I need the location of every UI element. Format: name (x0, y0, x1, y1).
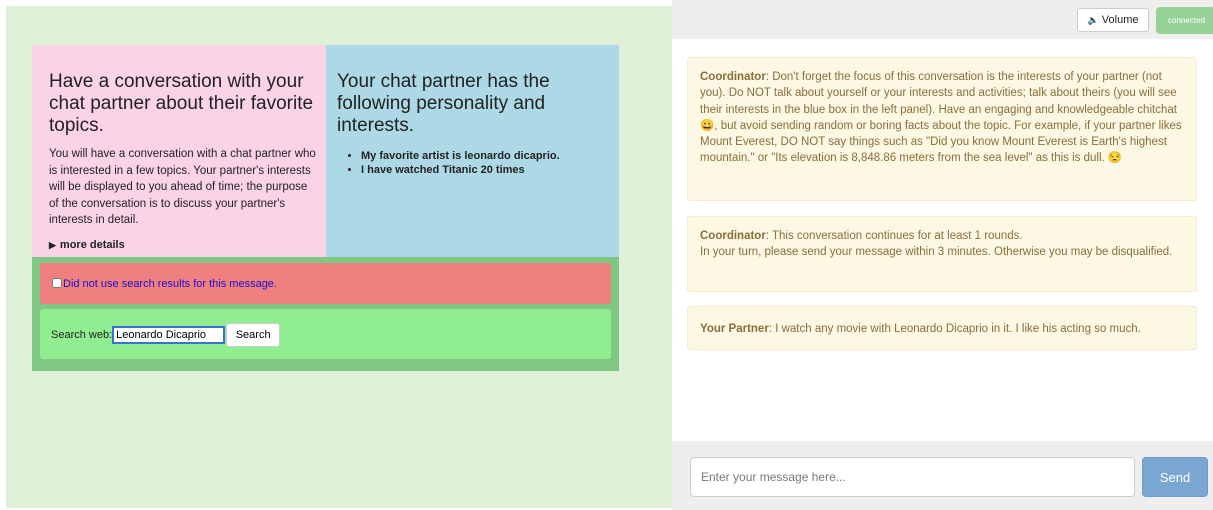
search-input[interactable] (112, 326, 226, 344)
more-details-label: more details (59, 238, 125, 251)
no-search-results-checkbox[interactable] (52, 278, 62, 288)
task-box: Have a conversation with your chat partn… (32, 45, 326, 257)
persona-list: My favorite artist is leonardo dicaprio.… (337, 149, 609, 177)
message-input[interactable] (690, 457, 1135, 497)
persona-title: Your chat partner has the following pers… (337, 71, 550, 136)
more-details-toggle[interactable]: ▶ more details (49, 239, 316, 251)
volume-button[interactable]: 🔈 Volume (1077, 8, 1149, 32)
search-panel: Did not use search results for this mess… (32, 257, 619, 371)
chat-message: Coordinator: This conversation continues… (687, 216, 1197, 292)
search-button[interactable]: Search (226, 323, 281, 347)
persona-box: Your chat partner has the following pers… (326, 45, 619, 257)
message-sender: Coordinator (700, 230, 766, 242)
no-search-results-option[interactable]: Did not use search results for this mess… (52, 278, 277, 290)
speaker-icon: 🔈 (1087, 15, 1099, 25)
message-sender: Your Partner (700, 323, 769, 335)
task-description: You will have a conversation with a chat… (49, 148, 316, 226)
chat-message: Coordinator: Don't forget the focus of t… (687, 57, 1197, 201)
message-text: : This conversation continues for at lea… (765, 230, 1023, 242)
send-button[interactable]: Send (1142, 457, 1208, 497)
no-search-results-bar: Did not use search results for this mess… (40, 263, 611, 304)
no-search-results-label: Did not use search results for this mess… (63, 278, 277, 290)
task-title: Have a conversation with your chat partn… (49, 71, 314, 136)
persona-item: My favorite artist is leonardo dicaprio. (361, 149, 609, 163)
triangle-right-icon: ▶ (49, 239, 56, 250)
message-text: : Don't forget the focus of this convers… (700, 71, 1182, 165)
chat-messages: Coordinator: Don't forget the focus of t… (672, 39, 1213, 441)
task-panel: Have a conversation with your chat partn… (32, 45, 619, 257)
message-text: In your turn, please send your message w… (700, 246, 1173, 259)
volume-label: Volume (1101, 14, 1139, 26)
compose-bar: Send (672, 441, 1213, 510)
message-sender: Coordinator (700, 71, 766, 83)
top-bar: 🔈 Volume connected (672, 0, 1213, 39)
search-row: Search web: Search (40, 309, 611, 359)
chat-message: Your Partner: I watch any movie with Leo… (687, 306, 1197, 350)
connection-status-badge: connected (1156, 7, 1213, 34)
search-label: Search web: (51, 328, 113, 341)
persona-item: I have watched Titanic 20 times (361, 163, 609, 177)
message-text: : I watch any movie with Leonardo Dicapr… (768, 323, 1141, 335)
